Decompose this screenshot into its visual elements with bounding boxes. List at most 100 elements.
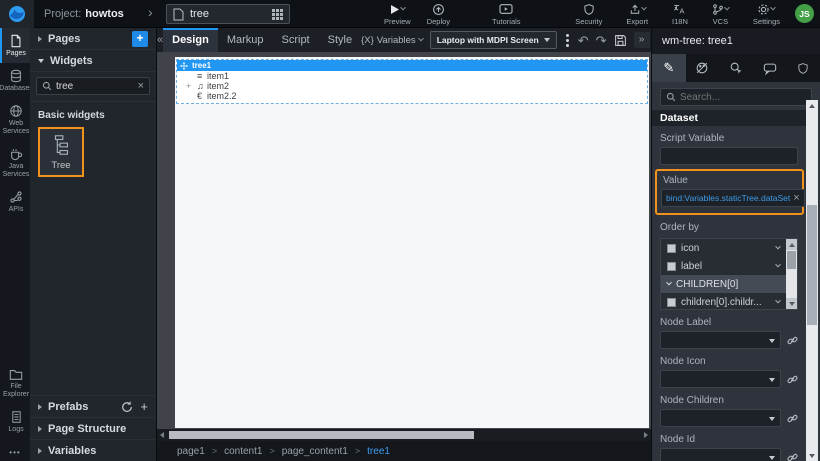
scrollbar-thumb[interactable] [807, 205, 817, 325]
breadcrumb-content1[interactable]: content1 [224, 446, 262, 457]
widget-search-input[interactable] [56, 81, 134, 92]
add-page-button[interactable]: + [132, 31, 148, 47]
tab-design[interactable]: Design [163, 28, 218, 52]
breadcrumb-tree1[interactable]: tree1 [367, 446, 390, 457]
checkbox-icon[interactable] [667, 298, 676, 307]
sidebar-item-pages[interactable]: Pages [0, 28, 30, 63]
clear-value-icon[interactable]: × [793, 193, 799, 204]
sidebar-item-web-services[interactable]: Web Services [0, 98, 30, 141]
tab-properties[interactable]: ✎ [652, 54, 686, 82]
scroll-left-button[interactable] [157, 432, 167, 438]
refresh-icon[interactable] [121, 401, 133, 413]
redo-button[interactable]: ↷ [596, 34, 607, 47]
tree-node-item2-2[interactable]: € item2.2 [177, 91, 647, 101]
breadcrumb-page-content1[interactable]: page_content1 [282, 446, 348, 457]
order-by-row-children[interactable]: children[0].childr... [661, 293, 786, 310]
preview-button[interactable]: Preview [376, 3, 419, 26]
device-selector[interactable]: Laptop with MDPI Screen [430, 31, 557, 49]
tree-widget-selection-header[interactable]: tree1 [177, 60, 647, 71]
node-icon-select[interactable] [660, 370, 781, 388]
scroll-down-button[interactable] [806, 450, 818, 461]
bind-node-children-icon[interactable] [787, 413, 798, 424]
sidebar-item-databases[interactable]: Databases [0, 63, 30, 98]
add-prefab-icon[interactable]: + [140, 400, 148, 413]
order-by-group-children[interactable]: CHILDREN[0] [661, 275, 786, 293]
tutorials-button[interactable]: Tutorials [484, 3, 528, 26]
rail-label: Pages [6, 50, 26, 58]
export-button[interactable]: Export [618, 3, 656, 26]
breadcrumb-page1[interactable]: page1 [177, 446, 205, 457]
chevron-down-icon[interactable] [775, 298, 781, 304]
value-input[interactable]: bind:Variables.staticTree.dataSet × [661, 189, 805, 207]
deploy-button[interactable]: Deploy [419, 3, 458, 26]
pages-section-header[interactable]: Pages + [30, 28, 156, 50]
tree-node-label: item2.2 [207, 91, 237, 101]
sidebar-item-logs[interactable]: Logs [0, 404, 30, 439]
tab-security[interactable] [786, 54, 820, 82]
sidebar-item-file-explorer[interactable]: File Explorer [0, 362, 30, 404]
page-canvas[interactable]: tree1 ≡ item1 + ♫ item2 € item2.2 [175, 57, 649, 428]
order-by-row-label[interactable]: label [661, 257, 786, 275]
search-icon [42, 81, 52, 91]
clear-search-icon[interactable]: × [138, 81, 144, 92]
tab-device[interactable] [753, 54, 787, 82]
tab-style[interactable]: Style [319, 28, 361, 52]
tree-node-item2[interactable]: + ♫ item2 [177, 81, 647, 91]
bind-node-label-icon[interactable] [787, 335, 798, 346]
checkbox-icon[interactable] [667, 262, 676, 271]
save-button[interactable] [614, 34, 627, 47]
vcs-button[interactable]: VCS [704, 3, 737, 26]
widget-search-box[interactable]: × [36, 77, 150, 95]
bind-node-id-icon[interactable] [787, 452, 798, 461]
tab-markup[interactable]: Markup [218, 28, 273, 52]
prefabs-section-header[interactable]: Prefabs + [30, 395, 156, 417]
checkbox-icon[interactable] [667, 244, 676, 253]
scroll-up-button[interactable] [806, 100, 818, 111]
bind-node-icon-icon[interactable] [787, 374, 798, 385]
sidebar-item-java-services[interactable]: Java Services [0, 141, 30, 184]
inspector-scrollbar[interactable] [806, 100, 818, 461]
widgets-section-header[interactable]: Widgets [30, 50, 156, 72]
scroll-right-button[interactable] [641, 432, 651, 438]
undo-button[interactable]: ↶ [578, 34, 589, 47]
more-options-button[interactable] [564, 34, 571, 47]
scrollbar-track[interactable] [167, 429, 641, 441]
more-options-icon[interactable]: ••• [0, 448, 30, 457]
sidebar-item-apis[interactable]: APIs [0, 184, 30, 219]
collapse-right-panel-button[interactable]: » [634, 32, 650, 48]
tab-styles[interactable] [686, 54, 720, 82]
page-selector[interactable]: tree [166, 4, 290, 24]
variables-dropdown[interactable]: {X} Variables [361, 35, 423, 46]
property-search-input[interactable] [680, 92, 806, 103]
tree-node-item1[interactable]: ≡ item1 [177, 71, 647, 81]
security-button[interactable]: Security [567, 3, 610, 26]
order-by-row-icon[interactable]: icon [661, 239, 786, 257]
chevron-down-icon[interactable] [775, 244, 781, 250]
tree-widget-instance[interactable]: tree1 ≡ item1 + ♫ item2 € item2.2 [176, 59, 648, 104]
user-avatar[interactable]: JS [795, 4, 814, 23]
scroll-down-button[interactable] [786, 298, 797, 309]
grid-icon[interactable] [272, 9, 283, 20]
tab-script[interactable]: Script [273, 28, 319, 52]
canvas-horizontal-scrollbar[interactable] [157, 429, 651, 441]
scroll-up-button[interactable] [786, 239, 797, 250]
script-variable-input[interactable] [660, 147, 798, 165]
property-search-box[interactable] [660, 88, 812, 106]
app-logo[interactable] [0, 0, 34, 28]
variables-section-header[interactable]: Variables [30, 439, 156, 461]
tree-widget-card[interactable]: Tree [38, 127, 84, 177]
order-by-scrollbar[interactable] [786, 239, 797, 309]
rail-bottom-group: File Explorer Logs [0, 362, 30, 439]
collapsed-arrow-icon [38, 426, 42, 432]
tab-inspect[interactable] [719, 54, 753, 82]
scrollbar-thumb[interactable] [787, 251, 796, 269]
node-label-select[interactable] [660, 331, 781, 349]
node-id-select[interactable] [660, 448, 781, 461]
i18n-button[interactable]: A I18N [664, 3, 696, 26]
scrollbar-thumb[interactable] [169, 431, 474, 439]
settings-button[interactable]: Settings [745, 3, 788, 26]
chevron-down-icon[interactable] [775, 262, 781, 268]
page-structure-section-header[interactable]: Page Structure [30, 417, 156, 439]
expand-node-icon[interactable]: + [186, 82, 191, 91]
node-children-select[interactable] [660, 409, 781, 427]
